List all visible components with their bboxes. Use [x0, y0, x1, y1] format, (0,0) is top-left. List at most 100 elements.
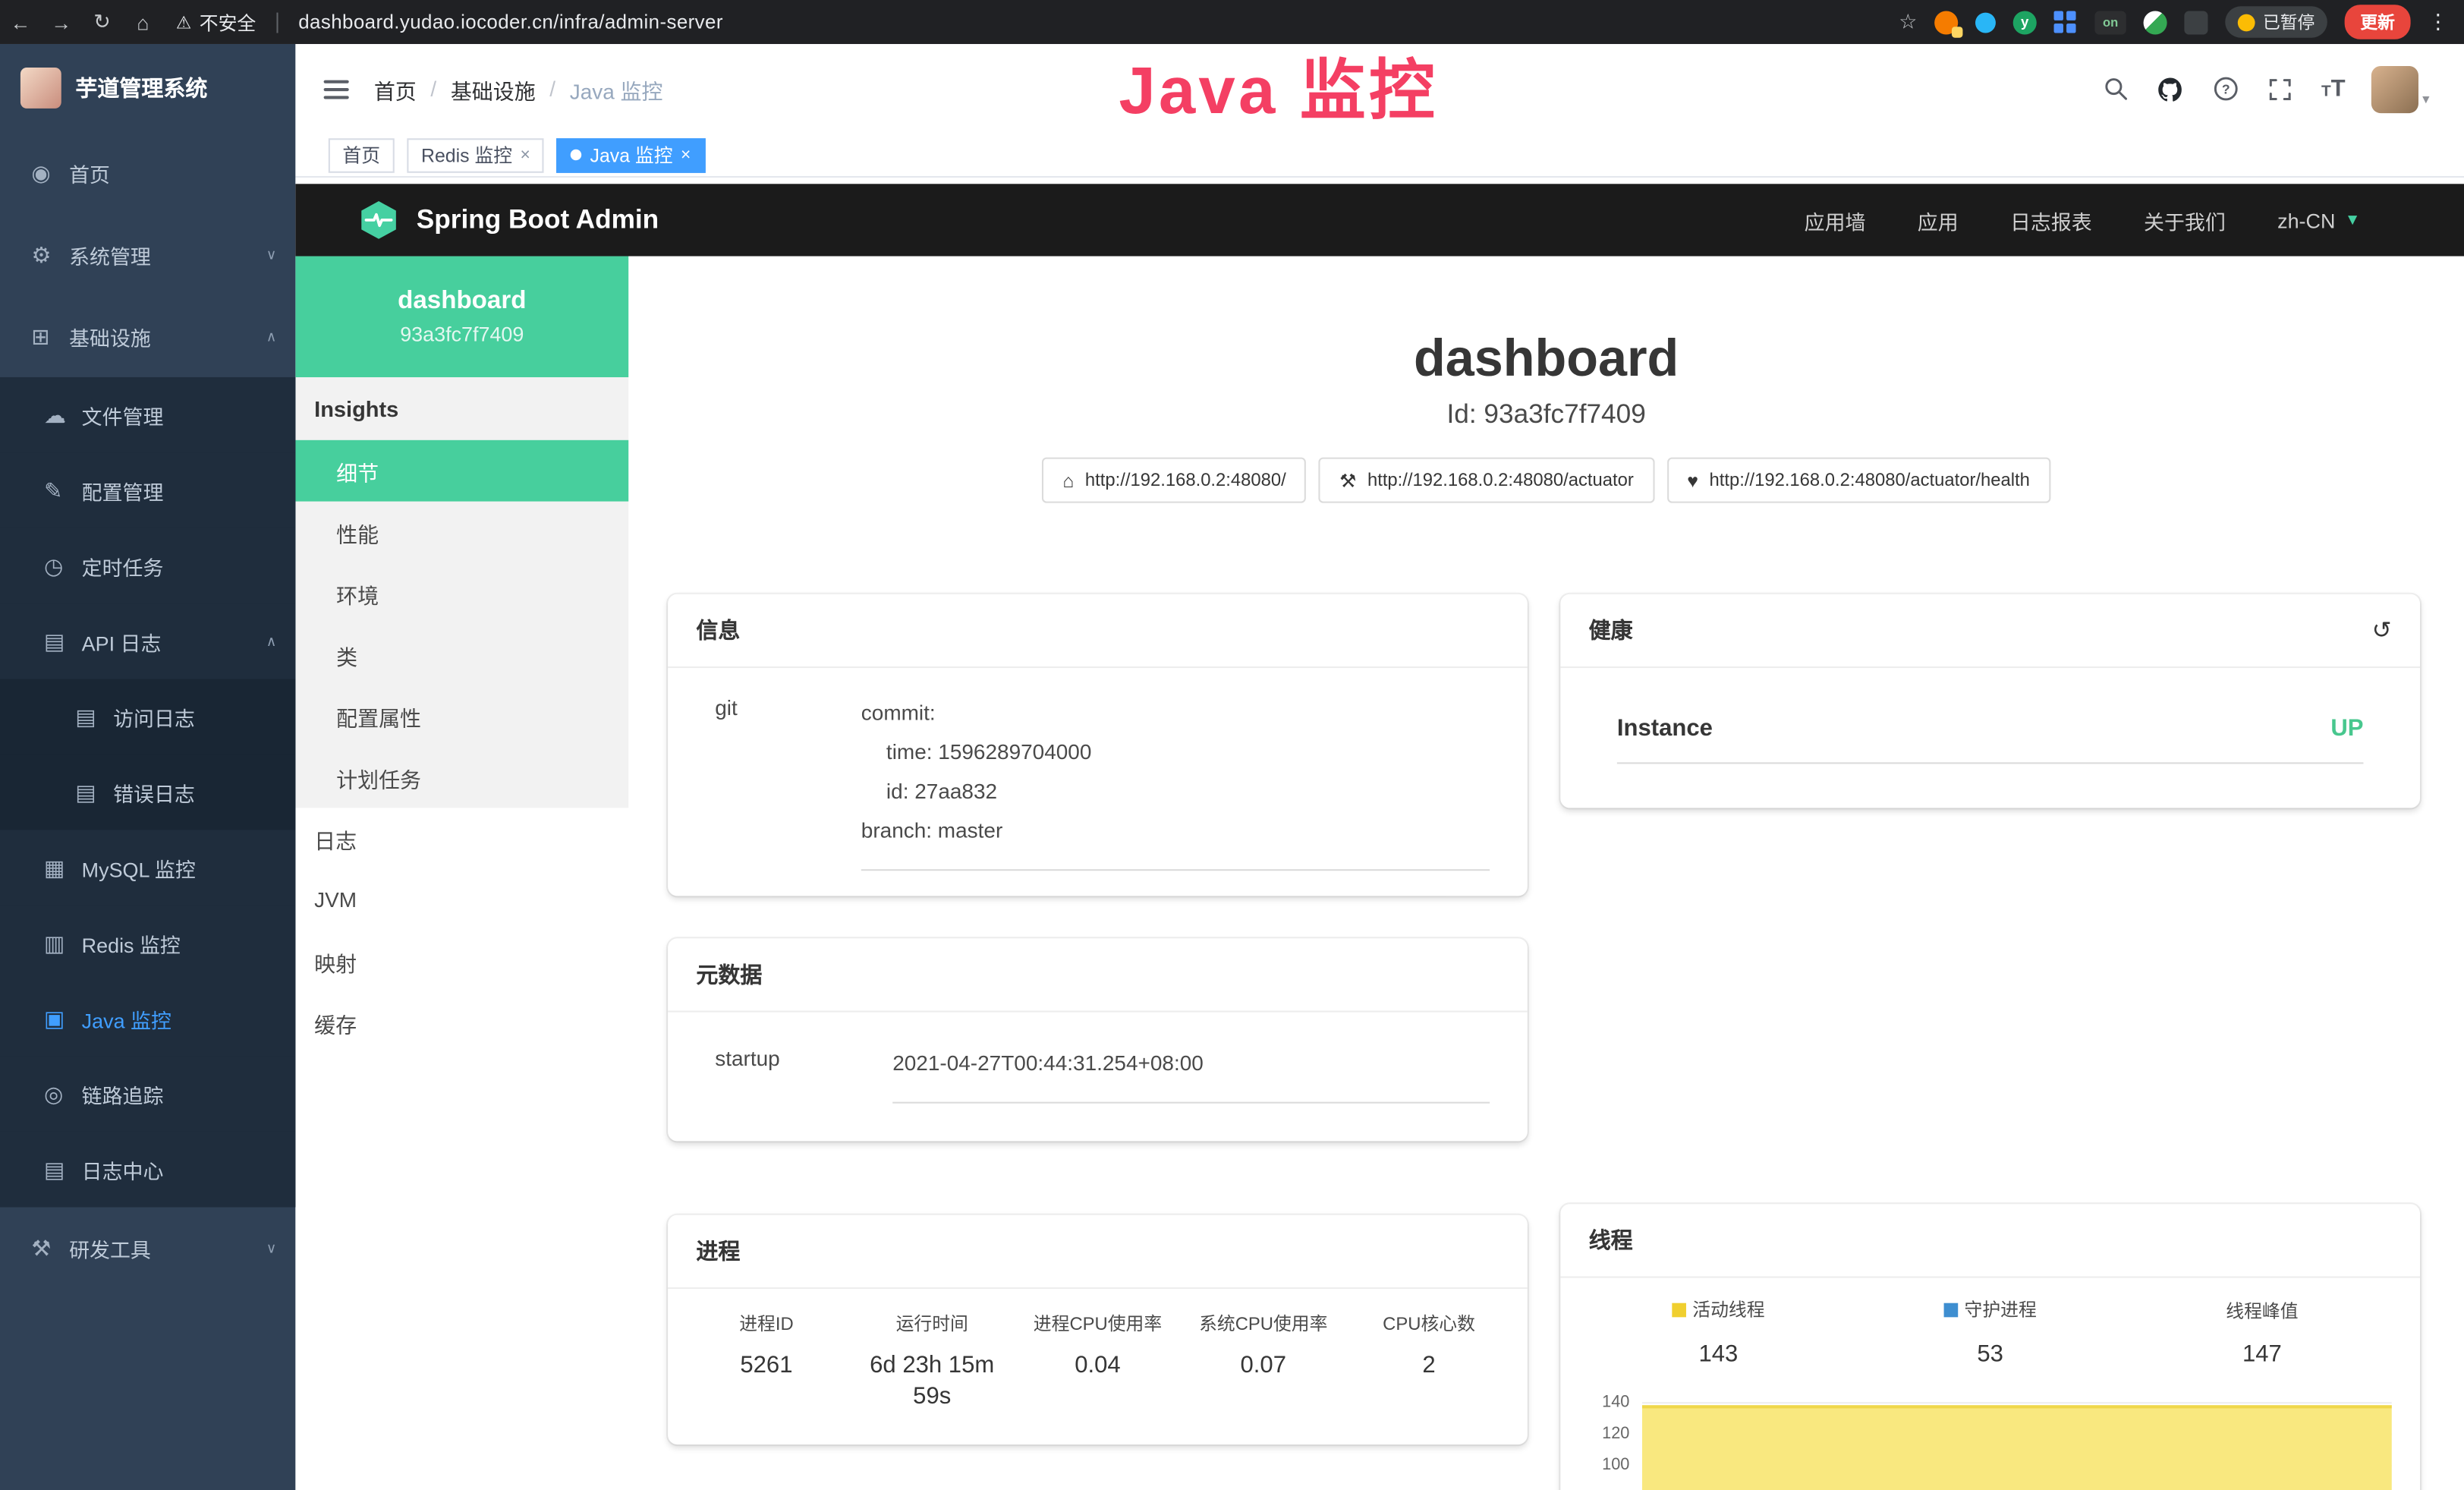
- instance-header[interactable]: dashboard 93a3fc7f7409: [295, 257, 628, 377]
- sba-item-caches[interactable]: 缓存: [295, 992, 628, 1054]
- extension-icon-blue[interactable]: [1975, 12, 1996, 33]
- sidebar-item-error-log[interactable]: ▤ 错误日志: [0, 754, 295, 830]
- sba-nav-applications[interactable]: 应用: [1918, 205, 1959, 235]
- sba-item-performance[interactable]: 性能: [295, 502, 628, 563]
- sidebar-item-system[interactable]: ⚙ 系统管理 ∨: [0, 214, 295, 296]
- health-url-link[interactable]: ♥ http://192.168.0.2:48080/actuator/heal…: [1666, 458, 2050, 503]
- github-icon[interactable]: [2157, 74, 2185, 102]
- app-title: 芋道管理系统: [75, 72, 207, 103]
- actuator-url-link[interactable]: ⚒ http://192.168.0.2:48080/actuator: [1319, 458, 1654, 503]
- emoji-icon: [2238, 14, 2255, 31]
- extensions-puzzle-icon[interactable]: [2184, 10, 2208, 33]
- sidebar-item-log-center[interactable]: ▤ 日志中心: [0, 1132, 295, 1207]
- insights-group: Insights 细节 性能 环境 类 配置属性 计划任务: [295, 377, 628, 808]
- reload-icon[interactable]: ↻: [82, 9, 123, 34]
- extension-icon-leaf[interactable]: [2144, 10, 2167, 33]
- sidebar-item-mysql[interactable]: ▦ MySQL 监控: [0, 830, 295, 905]
- insights-section-label: Insights: [295, 377, 628, 440]
- sidebar-item-trace[interactable]: ◎ 链路追踪: [0, 1057, 295, 1132]
- user-avatar[interactable]: [2372, 65, 2419, 112]
- sidebar-item-api-log[interactable]: ▤ API 日志 ∧: [0, 603, 295, 679]
- address-bar[interactable]: ⚠ 不安全 dashboard.yudao.iocoder.cn/infra/a…: [176, 8, 723, 35]
- sba-item-config-props[interactable]: 配置属性: [295, 685, 628, 747]
- paused-pill[interactable]: 已暂停: [2225, 6, 2327, 37]
- url-text[interactable]: dashboard.yudao.iocoder.cn/infra/admin-s…: [298, 11, 723, 33]
- font-size-icon[interactable]: TT: [2321, 77, 2346, 100]
- sba-nav-journal[interactable]: 日志报表: [2010, 205, 2092, 235]
- info-card: 信息 git commit: time: 1596289704000 id: 2…: [668, 594, 1528, 896]
- extension-icon-grid[interactable]: [2054, 10, 2078, 33]
- sba-item-environment[interactable]: 环境: [295, 562, 628, 624]
- gridline: [1642, 1402, 2392, 1403]
- locale-select[interactable]: zh-CN ▼: [2277, 208, 2360, 232]
- app-logo[interactable]: 芋道管理系统: [0, 44, 295, 132]
- threads-card-title: 线程: [1589, 1224, 1633, 1255]
- tab-redis-monitor[interactable]: Redis 监控 ×: [407, 137, 544, 172]
- process-card: 进程 进程ID 5261 运行时间 6d 23h 15m 59s 进程CPU使用…: [668, 1215, 1528, 1444]
- fullscreen-icon[interactable]: [2266, 74, 2294, 102]
- threads-area-series: [1642, 1405, 2392, 1490]
- tab-home[interactable]: 首页: [329, 137, 395, 172]
- close-tab-icon[interactable]: ×: [681, 146, 691, 165]
- sidebar-item-access-log[interactable]: ▤ 访问日志: [0, 679, 295, 754]
- extension-icon-on[interactable]: on: [2094, 10, 2126, 33]
- sidebar-item-java[interactable]: ▣ Java 监控: [0, 981, 295, 1056]
- sba-item-classes[interactable]: 类: [295, 624, 628, 685]
- health-card-title: 健康: [1589, 615, 1633, 646]
- sba-navbar: Spring Boot Admin 应用墙 应用 日志报表 关于我们 zh-CN…: [295, 184, 2464, 256]
- collapse-sidebar-icon[interactable]: [324, 74, 349, 102]
- metadata-value: 2021-04-27T00:44:31.254+08:00: [892, 1044, 1490, 1104]
- legend-swatch-blue: [1944, 1303, 1959, 1318]
- bookmark-star-icon[interactable]: ☆: [1899, 9, 1917, 34]
- left-column: 信息 git commit: time: 1596289704000 id: 2…: [668, 594, 1528, 1490]
- legend-daemon-threads: 守护进程 53: [1855, 1296, 2126, 1370]
- breadcrumb-infra[interactable]: 基础设施: [451, 73, 536, 104]
- extension-icon-green[interactable]: y: [2013, 10, 2037, 33]
- breadcrumb-home[interactable]: 首页: [374, 73, 417, 104]
- sidebar-item-files[interactable]: ☁ 文件管理: [0, 377, 295, 452]
- health-card: 健康 ↺ Instance UP: [1560, 594, 2420, 808]
- process-table: 进程ID 5261 运行时间 6d 23h 15m 59s 进程CPU使用率 0…: [668, 1289, 1528, 1444]
- sba-item-mappings[interactable]: 映射: [295, 931, 628, 992]
- admin-sidebar: 芋道管理系统 ◉ 首页 ⚙ 系统管理 ∨ ⊞ 基础设施 ∧ ☁ 文件管理 ✎ 配…: [0, 44, 295, 1490]
- sba-main: dashboard Id: 93a3fc7f7409 ⌂ http://192.…: [628, 257, 2464, 1490]
- update-button[interactable]: 更新: [2345, 5, 2411, 39]
- close-tab-icon[interactable]: ×: [520, 146, 530, 165]
- home-icon[interactable]: ⌂: [123, 10, 164, 33]
- infra-submenu: ☁ 文件管理 ✎ 配置管理 ◷ 定时任务 ▤ API 日志 ∧ ▤ 访问日志 ▤: [0, 377, 295, 1207]
- sba-item-logs[interactable]: 日志: [295, 808, 628, 869]
- sba-brand[interactable]: Spring Boot Admin: [358, 200, 659, 241]
- sba-item-jvm[interactable]: JVM: [295, 869, 628, 931]
- sidebar-item-home[interactable]: ◉ 首页: [0, 132, 295, 214]
- search-icon[interactable]: [2101, 74, 2129, 102]
- back-icon[interactable]: ←: [0, 10, 41, 33]
- sidebar-item-dev-tools[interactable]: ⚒ 研发工具 ∨: [0, 1207, 295, 1289]
- extension-icon-orange[interactable]: [1934, 10, 1958, 33]
- tab-java-monitor[interactable]: Java 监控 ×: [557, 137, 705, 172]
- tools-icon: ⚒: [31, 1235, 69, 1262]
- extension-badge: [1952, 26, 1962, 36]
- infrastructure-icon: ⊞: [31, 323, 69, 350]
- sba-item-scheduled-tasks[interactable]: 计划任务: [295, 747, 628, 808]
- sidebar-item-redis[interactable]: ▥ Redis 监控: [0, 906, 295, 981]
- chevron-down-icon: ∨: [266, 1240, 277, 1257]
- instance-links: ⌂ http://192.168.0.2:48080/ ⚒ http://192…: [628, 458, 2464, 503]
- sba-item-details[interactable]: 细节: [295, 440, 628, 502]
- avatar-caret-icon: ▾: [2422, 90, 2429, 112]
- sba-nav-wallboard[interactable]: 应用墙: [1805, 205, 1866, 235]
- chevron-down-icon: ▼: [2345, 212, 2361, 229]
- divider: [276, 12, 278, 33]
- help-icon[interactable]: ?: [2211, 74, 2239, 102]
- sidebar-item-config[interactable]: ✎ 配置管理: [0, 452, 295, 528]
- sidebar-item-jobs[interactable]: ◷ 定时任务: [0, 528, 295, 603]
- forward-icon[interactable]: →: [41, 10, 82, 33]
- active-tab-dot: [571, 150, 582, 160]
- process-pid: 进程ID 5261: [684, 1314, 849, 1413]
- sba-nav-about[interactable]: 关于我们: [2144, 205, 2226, 235]
- history-icon[interactable]: ↺: [2372, 616, 2392, 644]
- sba-hexagon-logo: [358, 200, 399, 241]
- sidebar-item-infra[interactable]: ⊞ 基础设施 ∧: [0, 295, 295, 377]
- threads-chart: 140 120 100: [1582, 1393, 2398, 1490]
- instance-url-link[interactable]: ⌂ http://192.168.0.2:48080/: [1042, 458, 1306, 503]
- browser-menu-icon[interactable]: ⋮: [2428, 9, 2448, 34]
